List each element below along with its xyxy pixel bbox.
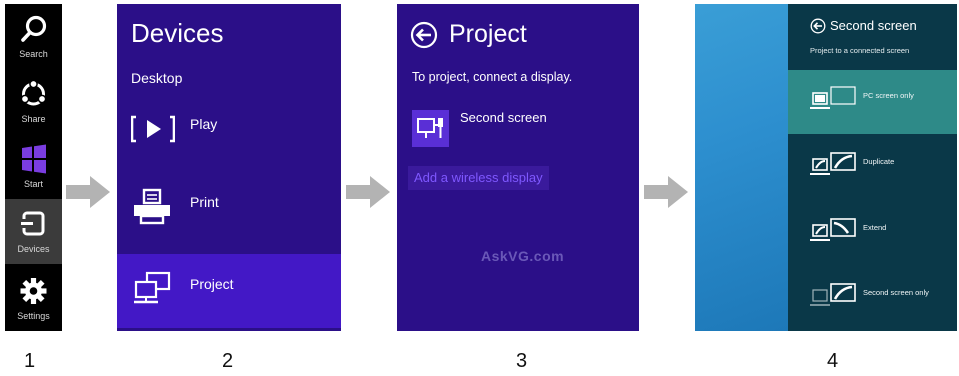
device-item-project[interactable]: Project [117,254,341,328]
windows-logo-icon [22,144,46,174]
play-icon [131,115,175,143]
second-screen-label: Second screen [460,110,547,125]
back-arrow-icon[interactable] [810,18,826,34]
charm-search[interactable]: Search [5,4,62,69]
device-item-label: Print [190,194,219,210]
device-item-label: Project [190,276,234,292]
devices-title: Devices [131,18,224,48]
device-item-print[interactable]: Print [117,172,341,246]
gear-icon [20,278,47,304]
charms-bar: Search Share Start Devices Settings [5,4,62,331]
device-item-play[interactable]: Play [117,94,341,168]
extend-icon [810,218,856,241]
option-label: Second screen only [863,288,929,297]
step-number-1: 1 [24,350,36,372]
watermark: AskVG.com [481,248,565,264]
duplicate-icon [810,152,856,175]
charm-label: Share [21,114,46,124]
devices-panel: Devices Desktop Play Print Project [117,4,341,331]
desktop-background [695,4,788,331]
option-label: PC screen only [863,91,914,100]
search-icon [21,15,47,42]
second-screen-subtitle: Project to a connected screen [810,46,910,55]
second-screen-tile[interactable] [412,110,449,147]
charm-label: Search [19,49,48,59]
step-number-4: 4 [827,350,839,372]
back-arrow-icon[interactable] [410,21,438,49]
arrow-right-icon [644,176,688,208]
option-label: Duplicate [863,157,895,166]
second-screen-only-icon [810,283,856,306]
charm-devices[interactable]: Devices [5,199,62,264]
arrow-right-icon [346,176,390,208]
project-icon [134,271,171,304]
option-duplicate[interactable]: Duplicate [788,136,957,200]
option-pc-screen-only[interactable]: PC screen only [788,70,957,134]
pc-screen-only-icon [810,86,856,109]
devices-icon [20,211,45,236]
devices-subtitle: Desktop [131,70,183,86]
step-number-2: 2 [222,350,234,372]
charm-settings[interactable]: Settings [5,266,62,331]
option-label: Extend [863,223,887,232]
second-screen-icon [417,118,443,138]
charm-label: Devices [17,244,50,254]
add-wireless-display-link[interactable]: Add a wireless display [408,166,549,190]
step-number-3: 3 [516,350,528,372]
option-extend[interactable]: Extend [788,202,957,266]
option-second-screen-only[interactable]: Second screen only [788,267,957,331]
arrow-right-icon [66,176,110,208]
project-panel: Project To project, connect a display. S… [397,4,639,331]
second-screen-title: Second screen [830,18,917,33]
charm-share[interactable]: Share [5,69,62,134]
charm-label: Settings [17,311,50,321]
printer-icon [134,188,170,225]
share-icon [20,79,47,106]
project-title: Project [449,20,527,48]
charm-start[interactable]: Start [5,134,62,199]
second-screen-panel: Second screen Project to a connected scr… [788,4,957,331]
charm-label: Start [23,179,43,189]
project-instruction: To project, connect a display. [412,70,573,84]
device-item-label: Play [190,116,218,132]
